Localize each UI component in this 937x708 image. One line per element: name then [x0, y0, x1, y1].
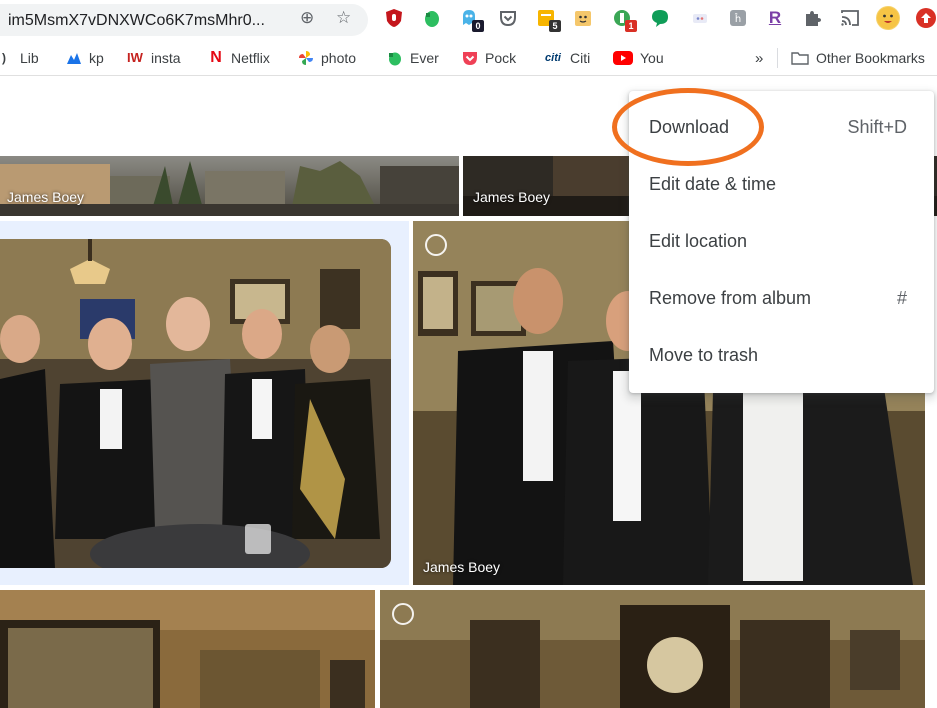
photo-tile-3-selected[interactable]: [0, 221, 409, 585]
menu-download-shortcut: Shift+D: [847, 117, 907, 137]
update-arrow-icon[interactable]: [916, 8, 936, 28]
bookmark-citi[interactable]: citi Citi: [543, 49, 590, 67]
ublock-icon[interactable]: [384, 8, 404, 28]
ghostery-extension-icon[interactable]: 0: [459, 8, 484, 32]
photo-2-caption: James Boey: [473, 189, 551, 205]
screen: im5MsmX7vDNXWCo6K7msMhr0... ⊕ ☆ 0 5 1 ĥ …: [0, 0, 937, 708]
photo-5-image: [0, 590, 375, 708]
menu-edit-location-label: Edit location: [649, 231, 748, 251]
puzzle-extensions-icon[interactable]: [802, 8, 822, 28]
bookmarks-separator: [777, 48, 778, 68]
bookmark-kp[interactable]: kp: [66, 49, 104, 67]
speech-bubble-extension-icon[interactable]: [650, 8, 670, 28]
menu-download-label: Download: [649, 117, 730, 137]
photo-6-image: [380, 590, 925, 708]
pocket-icon: [462, 50, 478, 66]
bookmarks-bar: ) Lib kp IW insta N Netflix photo Ever P…: [0, 40, 937, 76]
bookmark-lib[interactable]: ) Lib: [0, 49, 39, 67]
menu-remove-from-album-label: Remove from album: [649, 288, 812, 308]
folder-icon: [791, 50, 809, 66]
pocket-extension-icon[interactable]: [498, 8, 518, 28]
photo-3-image: [0, 239, 391, 568]
other-bookmarks-folder[interactable]: Other Bookmarks: [791, 49, 925, 67]
photo-4-select-circle[interactable]: [425, 234, 447, 256]
youtube-icon: [613, 50, 633, 66]
photo-tile-6[interactable]: [380, 590, 925, 708]
iw-icon: IW: [127, 50, 143, 65]
menu-remove-from-album-shortcut: #: [896, 288, 907, 308]
url-text[interactable]: im5MsmX7vDNXWCo6K7msMhr0...: [8, 12, 265, 30]
photo-tile-5[interactable]: [0, 590, 375, 708]
bookmark-star-icon[interactable]: ☆: [336, 9, 351, 27]
menu-item-edit-location[interactable]: Edit location: [629, 213, 934, 270]
bookmark-ever[interactable]: Ever: [387, 49, 439, 67]
evernote-extension-icon[interactable]: [422, 8, 442, 28]
green-badge: 1: [625, 20, 637, 32]
chevron-fragment-icon: ): [2, 51, 6, 65]
profile-avatar[interactable]: [876, 6, 900, 30]
browser-toolbar: im5MsmX7vDNXWCo6K7msMhr0... ⊕ ☆ 0 5 1 ĥ …: [0, 0, 937, 40]
sticky-notes-extension-icon[interactable]: 5: [536, 8, 561, 32]
menu-item-move-to-trash[interactable]: Move to trash: [629, 327, 934, 384]
r-extension-icon[interactable]: R: [765, 8, 785, 28]
evernote-icon: [387, 50, 403, 66]
notes-badge: 5: [549, 20, 561, 32]
photo-6-select-circle[interactable]: [392, 603, 414, 625]
photo-3-frame: [0, 239, 391, 568]
bookmark-photo[interactable]: photo: [298, 49, 356, 67]
kp-icon: [66, 50, 82, 66]
smiley-box-extension-icon[interactable]: [573, 8, 593, 28]
menu-item-remove-from-album[interactable]: Remove from album #: [629, 270, 934, 327]
ghost-badge: 0: [472, 20, 484, 32]
bookmarks-overflow-button[interactable]: »: [755, 49, 763, 67]
menu-item-download[interactable]: Download Shift+D: [629, 99, 934, 156]
menu-move-to-trash-label: Move to trash: [649, 345, 759, 365]
menu-edit-date-time-label: Edit date & time: [649, 174, 777, 194]
menu-item-edit-date-time[interactable]: Edit date & time: [629, 156, 934, 213]
bookmark-netflix[interactable]: N Netflix: [208, 49, 270, 67]
svg-text:ĥ: ĥ: [734, 12, 741, 25]
photo-1-caption: James Boey: [7, 189, 85, 205]
bookmark-you[interactable]: You: [613, 49, 664, 67]
green-extension-icon[interactable]: 1: [612, 8, 637, 32]
photo-options-menu: Download Shift+D Edit date & time Edit l…: [629, 91, 934, 393]
bookmark-insta[interactable]: IW insta: [126, 49, 181, 67]
cast-icon[interactable]: [840, 8, 860, 28]
netflix-icon: N: [210, 49, 222, 66]
photo-tile-1[interactable]: James Boey: [0, 156, 459, 216]
photos-pinwheel-icon: [298, 50, 314, 66]
photo-4-caption: James Boey: [423, 559, 501, 575]
photo-1-image: [0, 156, 459, 216]
bookmark-pock[interactable]: Pock: [462, 49, 516, 67]
zoom-plus-icon[interactable]: ⊕: [300, 9, 314, 27]
reader-extension-icon[interactable]: [690, 8, 710, 28]
gray-square-extension-icon[interactable]: ĥ: [728, 8, 748, 28]
citi-icon: citi: [545, 52, 561, 64]
